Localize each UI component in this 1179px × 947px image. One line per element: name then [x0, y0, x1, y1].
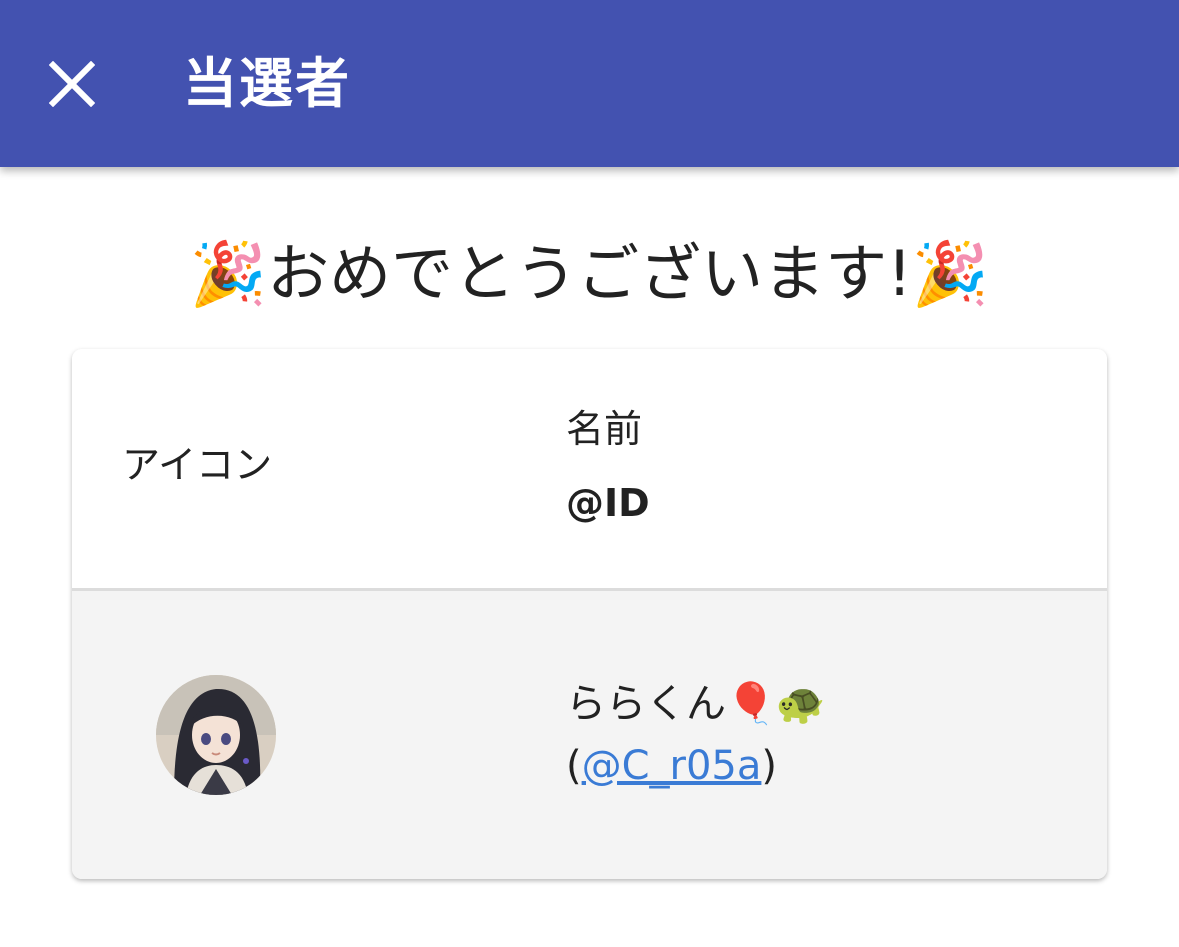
column-header-icon: アイコン — [122, 443, 273, 487]
avatar — [156, 675, 276, 795]
congratulations-heading: 🎉おめでとうございます!🎉 — [0, 232, 1179, 316]
party-popper-icon: 🎉 — [911, 237, 990, 310]
table-header: アイコン 名前 @ID — [72, 349, 1107, 591]
id-close-paren: ) — [761, 743, 778, 789]
column-header-id: @ID — [566, 481, 650, 525]
winner-avatar-image — [156, 675, 276, 795]
id-open-paren: ( — [566, 743, 582, 789]
winner-id: (@C_r05a) — [566, 739, 777, 793]
column-header-name: 名前 — [566, 407, 643, 451]
winners-table: アイコン 名前 @ID ららくん🎈🐢 (@C_r05a) — [72, 349, 1107, 879]
party-popper-icon: 🎉 — [189, 237, 268, 310]
app-bar: 当選者 — [0, 0, 1179, 167]
close-button[interactable] — [30, 42, 114, 126]
winner-id-link[interactable]: @C_r05a — [582, 743, 762, 789]
table-row: ららくん🎈🐢 (@C_r05a) — [72, 591, 1107, 879]
winner-name: ららくん🎈🐢 — [566, 681, 826, 727]
page-title: 当選者 — [183, 52, 351, 115]
congratulations-text: おめでとうございます! — [267, 237, 912, 310]
close-icon — [49, 61, 95, 107]
